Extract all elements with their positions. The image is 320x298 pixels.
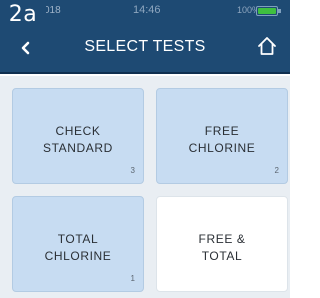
test-tile-check-standard[interactable]: CHECK STANDARD 3 (12, 88, 144, 184)
status-time: 14:46 (133, 4, 161, 16)
battery-fill (258, 8, 276, 14)
home-icon[interactable] (256, 35, 278, 57)
test-grid: CHECK STANDARD 3 FREE CHLORINE 2 TOTAL C… (0, 76, 290, 298)
test-tile-free-and-total[interactable]: FREE & TOTAL (156, 196, 288, 292)
test-tile-free-chlorine[interactable]: FREE CHLORINE 2 (156, 88, 288, 184)
battery-icon (256, 6, 281, 16)
test-label: TOTAL CHLORINE (44, 232, 112, 263)
test-count: 3 (130, 166, 135, 175)
test-label: FREE CHLORINE (188, 124, 256, 155)
test-tile-total-chlorine[interactable]: TOTAL CHLORINE 1 (12, 196, 144, 292)
battery-nub (278, 9, 281, 13)
test-count: 2 (274, 166, 279, 175)
test-label: FREE & TOTAL (198, 232, 246, 263)
device-screen: 2a 018 14:46 100% SELECT TESTS CHECK STA… (0, 0, 290, 298)
test-count: 1 (130, 274, 135, 283)
page-title: SELECT TESTS (84, 38, 206, 55)
figure-tag: 2a (0, 0, 46, 30)
status-date: 018 (44, 5, 61, 16)
test-label: CHECK STANDARD (43, 124, 113, 155)
